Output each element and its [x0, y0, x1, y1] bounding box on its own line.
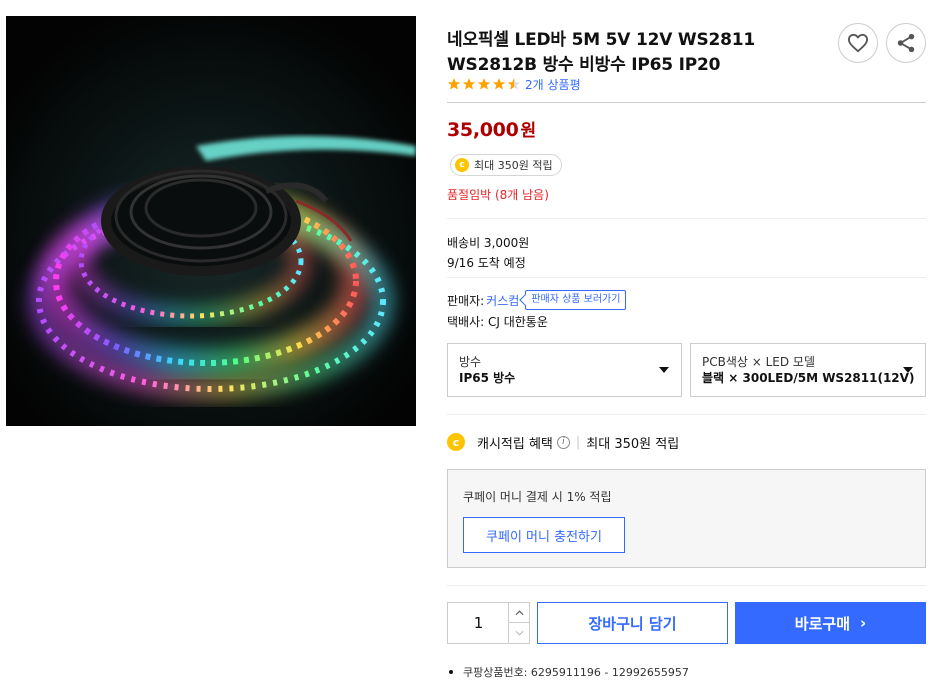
price-value: 35,000: [447, 119, 519, 141]
seller-products-button[interactable]: 판매자 상품 보러가기: [525, 290, 627, 310]
star-full-icon: [477, 78, 491, 90]
wishlist-button[interactable]: [838, 23, 878, 63]
rating-row: 2개 상품평: [447, 75, 581, 93]
star-full-icon: [462, 78, 476, 90]
bullet-icon: [449, 670, 453, 674]
caret-down-icon: [903, 367, 913, 373]
quantity-input[interactable]: [448, 603, 509, 643]
divider: [447, 277, 926, 278]
product-number-text: 쿠팡상품번호: 6295911196 - 12992655957: [463, 666, 689, 679]
heart-icon: [848, 33, 868, 53]
star-half-icon: [507, 78, 521, 90]
cash-reward-text: 최대 350원 적립: [474, 159, 553, 172]
rating-stars: [447, 77, 522, 91]
divider: [447, 218, 926, 219]
share-button[interactable]: [886, 23, 926, 63]
option-select-model[interactable]: PCB색상 × LED 모델 블랙 × 300LED/5M WS2811(12V…: [690, 343, 926, 397]
option-label: 방수: [459, 355, 482, 369]
chevron-up-icon: [515, 609, 523, 615]
option-label: PCB색상 × LED 모델: [702, 355, 816, 369]
coupay-charge-button[interactable]: 쿠페이 머니 충전하기: [463, 517, 625, 553]
info-icon[interactable]: i: [556, 435, 570, 449]
arrival-date: 9/16 도착 예정: [447, 256, 526, 270]
coupay-box: 쿠페이 머니 결제 시 1% 적립 쿠페이 머니 충전하기: [447, 469, 926, 568]
divider: [447, 414, 926, 415]
quantity-increase-button[interactable]: [508, 603, 529, 623]
seller-name-link[interactable]: 커스컴: [486, 292, 519, 309]
option-value: IP65 방수: [459, 371, 516, 385]
buy-now-label: 바로구매: [794, 614, 850, 633]
share-icon: [897, 33, 915, 53]
product-title: 네오픽셀 LED바 5M 5V 12V WS2811 WS2812B 방수 비방…: [447, 30, 756, 75]
coin-icon: c: [455, 158, 469, 172]
divider: [447, 102, 926, 103]
stock-warning: 품절임박 (8개 남음): [447, 188, 549, 202]
chevron-down-icon: [515, 630, 523, 636]
coupay-text: 쿠페이 머니 결제 시 1% 적립: [463, 490, 612, 504]
product-info-panel: 네오픽셀 LED바 5M 5V 12V WS2811 WS2812B 방수 비방…: [447, 0, 926, 682]
cash-reward-badge: c 최대 350원 적립: [450, 154, 562, 176]
cash-benefit: c 캐시적립 혜택 i | 최대 350원 적립: [447, 432, 679, 452]
quantity-decrease-button[interactable]: [508, 623, 529, 643]
review-count-link[interactable]: 2개 상품평: [525, 76, 581, 93]
star-full-icon: [492, 78, 506, 90]
product-image: [6, 16, 416, 426]
price-unit: 원: [520, 121, 537, 141]
cash-benefit-title: 캐시적립 혜택: [477, 436, 553, 452]
divider: [447, 585, 926, 586]
caret-down-icon: [659, 367, 669, 373]
cash-benefit-amount: 최대 350원 적립: [586, 436, 680, 452]
star-full-icon: [447, 78, 461, 90]
quantity-stepper: [447, 602, 530, 644]
option-value: 블랙 × 300LED/5M WS2811(12V): [702, 371, 915, 385]
add-to-cart-button[interactable]: 장바구니 담기: [537, 602, 728, 644]
led-strip-photo: [6, 16, 416, 426]
seller-row: 판매자: 커스컴 판매자 상품 보러가기: [447, 290, 627, 310]
buy-now-button[interactable]: 바로구매 ›: [735, 602, 926, 644]
separator: |: [575, 434, 581, 450]
coin-icon: c: [447, 433, 465, 451]
option-select-waterproof[interactable]: 방수 IP65 방수: [447, 343, 682, 397]
shipping-fee: 배송비 3,000원: [447, 236, 530, 250]
product-number: 쿠팡상품번호: 6295911196 - 12992655957: [447, 664, 689, 680]
price: 35,000 원: [447, 116, 536, 141]
courier: 택배사: CJ 대한통운: [447, 315, 548, 329]
seller-label: 판매자:: [447, 293, 485, 308]
chevron-right-icon: ›: [860, 614, 867, 632]
